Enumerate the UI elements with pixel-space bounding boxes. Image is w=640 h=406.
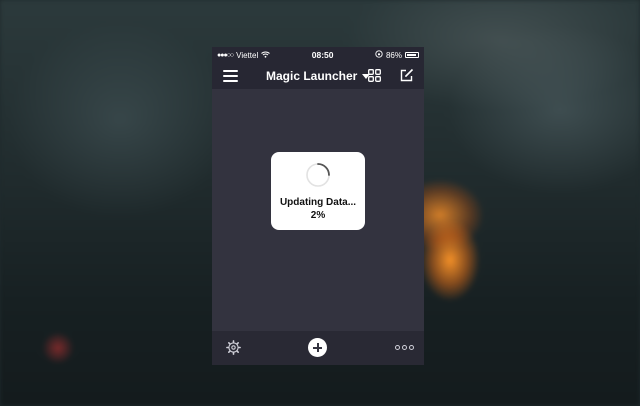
- battery-percent: 86%: [385, 50, 402, 60]
- edit-icon[interactable]: [400, 68, 414, 87]
- status-bar: ●●●○○ Viettel 08:50 86%: [212, 47, 424, 63]
- loading-hud: Updating Data... 2%: [271, 152, 365, 230]
- launcher-title-dropdown[interactable]: Magic Launcher: [266, 69, 371, 83]
- page-title: Magic Launcher: [266, 69, 358, 83]
- loading-percent: 2%: [310, 210, 326, 221]
- more-icon[interactable]: [395, 345, 414, 350]
- wifi-icon: [261, 51, 271, 60]
- loading-label: Updating Data...: [279, 197, 357, 208]
- navigation-bar: Magic Launcher: [212, 63, 424, 89]
- grid-icon[interactable]: [368, 69, 381, 87]
- rotation-lock-icon: [375, 50, 383, 60]
- battery-icon: [405, 52, 419, 58]
- bottom-toolbar: [212, 331, 424, 365]
- carrier-name: Viettel: [236, 50, 259, 60]
- hamburger-menu-icon[interactable]: [223, 70, 238, 82]
- add-button[interactable]: [308, 338, 327, 357]
- status-time: 08:50: [311, 50, 334, 60]
- battery-level: [407, 54, 416, 56]
- phone-screen: ●●●○○ Viettel 08:50 86% Magic Launcher U…: [212, 47, 424, 365]
- settings-icon[interactable]: [226, 340, 241, 360]
- loading-spinner-icon: [305, 162, 331, 193]
- signal-strength: ●●●○○: [217, 51, 234, 59]
